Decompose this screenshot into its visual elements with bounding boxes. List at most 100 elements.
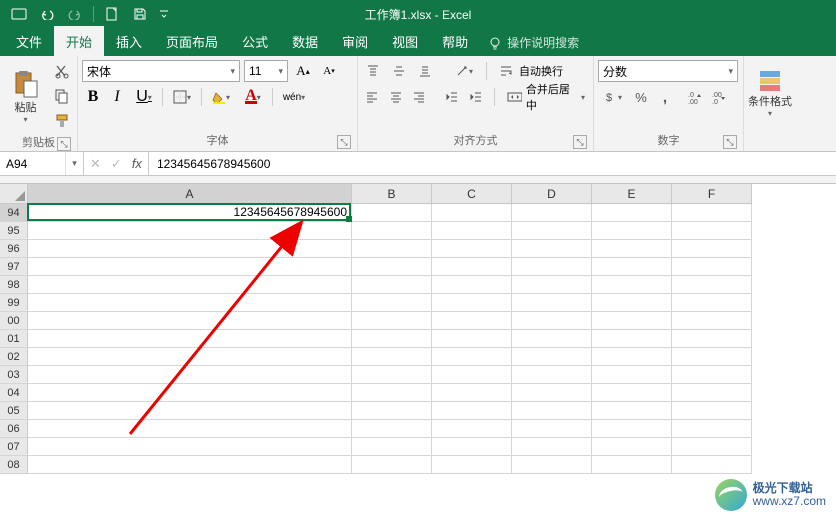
cell[interactable]: [512, 384, 592, 402]
cell[interactable]: [672, 456, 752, 474]
undo-button[interactable]: [34, 2, 60, 26]
cell[interactable]: [352, 402, 432, 420]
align-right-button[interactable]: [410, 86, 430, 108]
copy-button[interactable]: [51, 85, 73, 107]
cell[interactable]: [592, 348, 672, 366]
cell[interactable]: [352, 366, 432, 384]
cell[interactable]: [432, 258, 512, 276]
cell[interactable]: [432, 420, 512, 438]
decrease-indent-button[interactable]: [443, 86, 463, 108]
cell[interactable]: [28, 294, 352, 312]
cell[interactable]: [592, 294, 672, 312]
italic-button[interactable]: I: [106, 86, 128, 108]
cell[interactable]: [512, 348, 592, 366]
accounting-format-button[interactable]: $▾: [598, 86, 628, 108]
clipboard-dialog-launcher[interactable]: ⤡: [57, 137, 71, 151]
cell[interactable]: [592, 222, 672, 240]
column-header-b[interactable]: B: [352, 184, 432, 204]
alignment-dialog-launcher[interactable]: ⤡: [573, 135, 587, 149]
tab-formulas[interactable]: 公式: [230, 26, 280, 56]
cell[interactable]: [432, 384, 512, 402]
column-header-e[interactable]: E: [592, 184, 672, 204]
cell[interactable]: [352, 276, 432, 294]
tab-insert[interactable]: 插入: [104, 26, 154, 56]
cell[interactable]: [672, 348, 752, 366]
orientation-button[interactable]: ▾: [450, 60, 478, 82]
row-header[interactable]: 01: [0, 330, 28, 348]
cell[interactable]: [28, 438, 352, 456]
font-name-combo[interactable]: 宋体▾: [82, 60, 240, 82]
tab-home[interactable]: 开始: [54, 26, 104, 56]
phonetic-button[interactable]: wén▾: [277, 86, 311, 108]
redo-button[interactable]: [62, 2, 88, 26]
cell[interactable]: [672, 312, 752, 330]
row-header[interactable]: 99: [0, 294, 28, 312]
cell[interactable]: [592, 420, 672, 438]
align-center-button[interactable]: [386, 86, 406, 108]
cell[interactable]: [352, 348, 432, 366]
cell[interactable]: [28, 330, 352, 348]
cell[interactable]: [592, 312, 672, 330]
cancel-formula-button[interactable]: ✕: [90, 156, 101, 172]
cell[interactable]: [672, 366, 752, 384]
cell[interactable]: [672, 258, 752, 276]
percent-button[interactable]: %: [630, 86, 652, 108]
cell[interactable]: [672, 276, 752, 294]
cell[interactable]: [512, 294, 592, 312]
merge-center-button[interactable]: 合并后居中 ▾: [503, 86, 589, 108]
bold-button[interactable]: B: [82, 86, 104, 108]
cell[interactable]: [432, 312, 512, 330]
cell[interactable]: [512, 402, 592, 420]
row-header[interactable]: 05: [0, 402, 28, 420]
cell[interactable]: [672, 438, 752, 456]
cell[interactable]: [592, 258, 672, 276]
cell[interactable]: [592, 438, 672, 456]
cell[interactable]: [432, 366, 512, 384]
cell[interactable]: [512, 456, 592, 474]
cell[interactable]: [432, 204, 512, 222]
cell[interactable]: [352, 312, 432, 330]
align-middle-button[interactable]: [388, 60, 410, 82]
cell[interactable]: [432, 222, 512, 240]
row-header[interactable]: 94: [0, 204, 28, 222]
cell[interactable]: [512, 222, 592, 240]
cell[interactable]: [352, 294, 432, 312]
tell-me-search[interactable]: 操作说明搜索: [480, 30, 587, 56]
font-color-button[interactable]: A▾: [238, 86, 268, 108]
cell-a94[interactable]: 12345645678945600: [28, 204, 352, 222]
cell[interactable]: [592, 276, 672, 294]
column-header-a[interactable]: A: [28, 184, 352, 204]
row-header[interactable]: 97: [0, 258, 28, 276]
row-header[interactable]: 00: [0, 312, 28, 330]
row-header[interactable]: 98: [0, 276, 28, 294]
row-header[interactable]: 95: [0, 222, 28, 240]
fill-color-button[interactable]: ▾: [206, 86, 236, 108]
tab-view[interactable]: 视图: [380, 26, 430, 56]
cell[interactable]: [352, 240, 432, 258]
cell[interactable]: [28, 384, 352, 402]
cell[interactable]: [432, 330, 512, 348]
increase-indent-button[interactable]: [466, 86, 486, 108]
cell[interactable]: [352, 330, 432, 348]
increase-font-button[interactable]: A▴: [292, 60, 314, 82]
cell[interactable]: [28, 348, 352, 366]
cell[interactable]: [512, 420, 592, 438]
border-button[interactable]: ▾: [167, 86, 197, 108]
cell[interactable]: [432, 294, 512, 312]
cell[interactable]: [352, 384, 432, 402]
cell[interactable]: [28, 366, 352, 384]
cell[interactable]: [28, 240, 352, 258]
cell[interactable]: [28, 258, 352, 276]
row-header[interactable]: 06: [0, 420, 28, 438]
cell[interactable]: [352, 420, 432, 438]
cell[interactable]: [672, 402, 752, 420]
decrease-font-button[interactable]: A▾: [318, 60, 340, 82]
cell[interactable]: [592, 456, 672, 474]
enter-formula-button[interactable]: ✓: [111, 156, 122, 172]
row-header[interactable]: 08: [0, 456, 28, 474]
cell[interactable]: [512, 438, 592, 456]
comma-button[interactable]: ,: [654, 86, 676, 108]
cell[interactable]: [512, 204, 592, 222]
row-header[interactable]: 03: [0, 366, 28, 384]
tab-file[interactable]: 文件: [4, 26, 54, 56]
